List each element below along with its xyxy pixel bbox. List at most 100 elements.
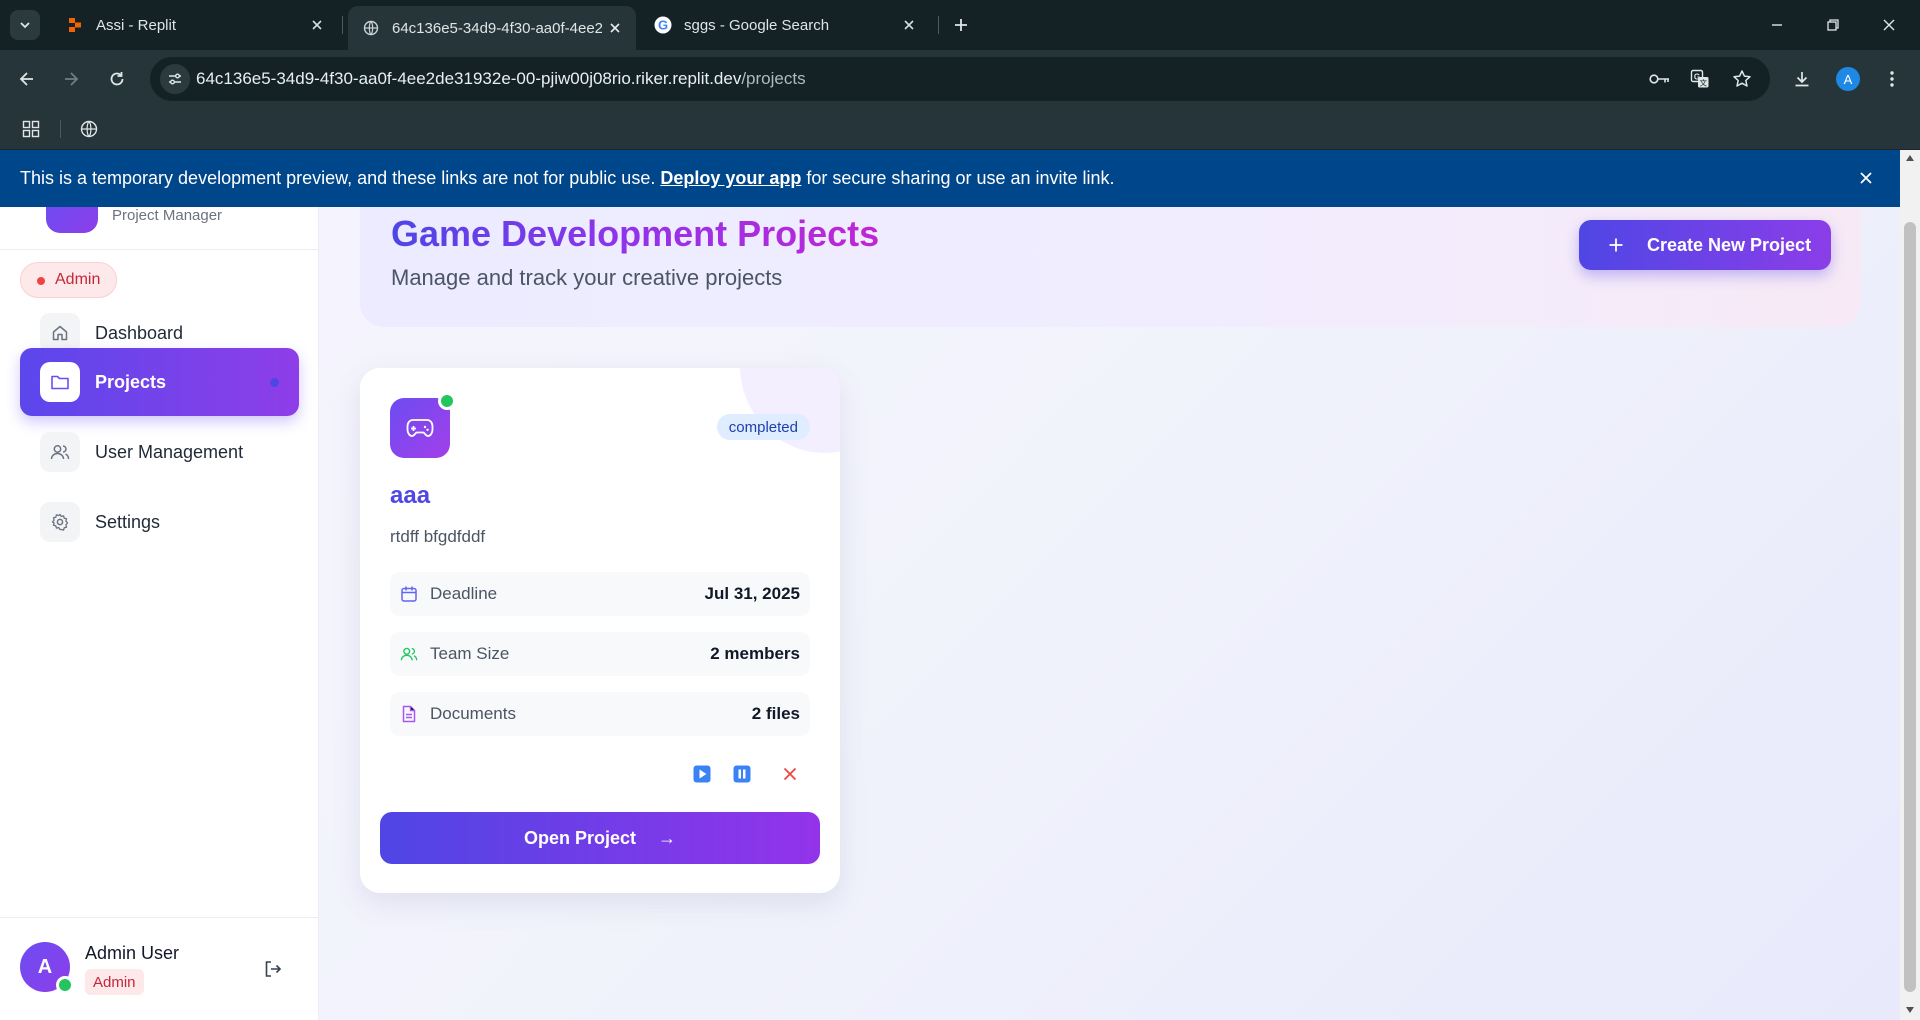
- tab-search-button[interactable]: [10, 10, 40, 40]
- more-vertical-icon: [1890, 71, 1894, 87]
- active-indicator-dot: [270, 378, 279, 387]
- tab-divider: [938, 16, 939, 34]
- deploy-app-link[interactable]: Deploy your app: [660, 168, 801, 188]
- url-path: /projects: [741, 69, 806, 88]
- info-label: Team Size: [430, 644, 510, 663]
- url-text[interactable]: 64c136e5-34d9-4f30-aa0f-4ee2de31932e-00-…: [196, 69, 806, 89]
- pause-button[interactable]: [732, 764, 752, 784]
- sidebar-item-label: Settings: [95, 511, 161, 532]
- address-bar[interactable]: 64c136e5-34d9-4f30-aa0f-4ee2de31932e-00-…: [150, 57, 1770, 101]
- open-project-label: Open Project: [523, 827, 637, 848]
- tab-title: 64c136e5-34d9-4f30-aa0f-4ee2: [392, 19, 602, 37]
- download-icon: [1795, 72, 1809, 87]
- back-button[interactable]: [12, 64, 42, 94]
- translate-button[interactable]: G文: [1688, 67, 1712, 91]
- sidebar-item-user-management[interactable]: User Management: [20, 418, 299, 486]
- minimize-button[interactable]: [1764, 12, 1790, 38]
- user-profile-section: A Admin User Admin: [0, 917, 319, 1020]
- chevron-down-icon: [20, 22, 30, 29]
- users-icon: [40, 432, 80, 472]
- tab-title: sggs - Google Search: [684, 16, 830, 34]
- page-header: Game Development Projects Manage and tra…: [360, 190, 1860, 327]
- plus-icon: [955, 19, 967, 31]
- sidebar-item-projects[interactable]: Projects: [20, 348, 299, 416]
- deadline-row: Deadline Jul 31, 2025: [390, 572, 810, 616]
- scroll-down-icon[interactable]: [1905, 1006, 1915, 1014]
- replit-icon: [66, 16, 84, 34]
- reload-icon: [110, 72, 124, 86]
- gear-icon: [40, 502, 80, 542]
- site-info-button[interactable]: [160, 64, 190, 94]
- sidebar-divider: [0, 249, 319, 250]
- team-size-row: Team Size 2 members: [390, 632, 810, 676]
- profile-button[interactable]: A: [1833, 64, 1863, 94]
- key-icon: [1649, 74, 1669, 84]
- close-icon: [1860, 172, 1872, 184]
- restore-button[interactable]: [1820, 12, 1846, 38]
- svg-text:文: 文: [1699, 78, 1707, 88]
- project-name: aaa: [390, 482, 431, 509]
- delete-button[interactable]: [780, 764, 800, 784]
- translate-icon: G文: [1690, 69, 1709, 88]
- close-icon: [1883, 19, 1895, 31]
- scroll-up-icon[interactable]: [1905, 154, 1915, 162]
- arrow-right-icon: [65, 72, 79, 86]
- play-button[interactable]: [692, 764, 712, 784]
- banner-message: This is a temporary development preview,…: [20, 168, 1115, 189]
- downloads-button[interactable]: [1787, 64, 1817, 94]
- star-icon: [1733, 70, 1751, 87]
- google-icon: G: [654, 16, 672, 34]
- forward-button[interactable]: [56, 64, 86, 94]
- apps-button[interactable]: [20, 118, 42, 140]
- password-key-button[interactable]: [1648, 67, 1672, 91]
- brand-subtitle: Project Manager: [112, 207, 223, 224]
- scrollbar-thumb[interactable]: [1904, 222, 1916, 992]
- open-project-button[interactable]: Open Project →: [380, 812, 820, 864]
- info-label: Documents: [430, 704, 516, 723]
- banner-close-button[interactable]: [1856, 168, 1876, 188]
- card-decoration: [740, 368, 840, 453]
- tab-preview[interactable]: 64c136e5-34d9-4f30-aa0f-4ee2: [348, 6, 636, 50]
- plus-icon: [1607, 236, 1625, 254]
- close-tab-icon[interactable]: [606, 19, 624, 37]
- reload-button[interactable]: [102, 64, 132, 94]
- dev-preview-banner: This is a temporary development preview,…: [0, 150, 1900, 207]
- status-dot: [37, 277, 45, 285]
- role-badge: Admin: [20, 262, 118, 298]
- project-icon: [390, 392, 456, 458]
- bookmark-star-button[interactable]: [1730, 67, 1754, 91]
- sidebar: Project Manager Admin Dashboard Projects…: [0, 201, 319, 1020]
- sidebar-item-settings[interactable]: Settings: [20, 488, 299, 556]
- create-project-button[interactable]: Create New Project: [1579, 220, 1831, 270]
- arrow-right-icon: →: [658, 827, 677, 848]
- project-card[interactable]: completed aaa rtdff bfgdfddf Deadline Ju…: [360, 368, 840, 893]
- home-icon: [40, 313, 80, 353]
- play-icon: [693, 765, 711, 783]
- close-icon: [783, 767, 797, 781]
- online-status-dot: [438, 392, 456, 410]
- new-tab-button[interactable]: [948, 12, 974, 38]
- tab-replit[interactable]: Assi - Replit: [52, 8, 338, 42]
- role-badge-label: Admin: [55, 271, 101, 288]
- tab-title: Assi - Replit: [96, 16, 177, 34]
- globe-icon: [80, 120, 98, 138]
- close-window-button[interactable]: [1876, 12, 1902, 38]
- avatar-initial: A: [37, 955, 53, 978]
- avatar: A: [20, 942, 74, 994]
- info-label: Deadline: [430, 584, 498, 603]
- close-tab-icon[interactable]: [900, 16, 918, 34]
- sidebar-item-label: User Management: [95, 441, 244, 462]
- browser-menu-button[interactable]: [1877, 64, 1907, 94]
- bookmark-item[interactable]: [78, 118, 100, 140]
- restore-icon: [1827, 19, 1839, 31]
- logout-button[interactable]: [262, 958, 284, 980]
- tab-google[interactable]: G sggs - Google Search: [640, 8, 930, 42]
- pause-icon: [733, 765, 751, 783]
- close-tab-icon[interactable]: [308, 16, 326, 34]
- document-icon: [400, 705, 418, 723]
- calendar-icon: [400, 585, 418, 603]
- page-subtitle: Manage and track your creative projects: [391, 265, 783, 290]
- users-icon: [400, 645, 418, 663]
- page-scrollbar[interactable]: [1900, 150, 1920, 1020]
- arrow-left-icon: [19, 72, 33, 86]
